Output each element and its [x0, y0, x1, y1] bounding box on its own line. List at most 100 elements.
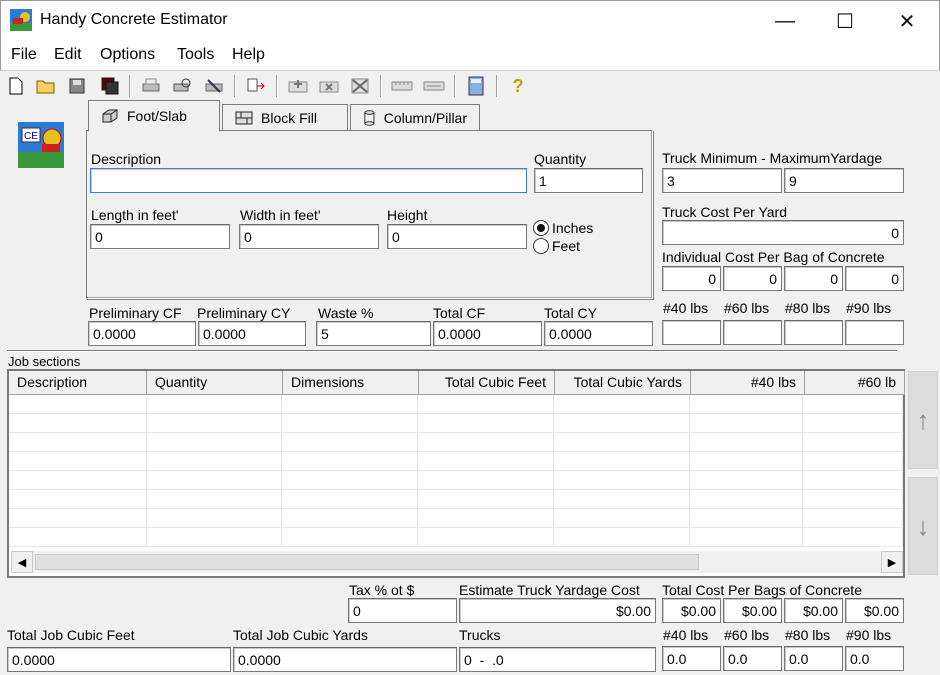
scroll-thumb[interactable]	[35, 554, 699, 570]
unit-inches-radio[interactable]: Inches	[533, 220, 593, 236]
table-cell[interactable]	[553, 395, 690, 414]
table-cell[interactable]	[282, 433, 419, 452]
column-header-total-cf[interactable]: Total Cubic Feet	[419, 371, 555, 395]
table-cell[interactable]	[9, 395, 147, 414]
job-sections-grid[interactable]: Description Quantity Dimensions Total Cu…	[7, 369, 905, 578]
new-file-icon[interactable]	[5, 75, 27, 97]
table-cell[interactable]	[689, 528, 804, 547]
table-cell[interactable]	[553, 490, 690, 509]
move-up-arrow-icon[interactable]: ↑	[908, 371, 938, 469]
horizontal-scrollbar[interactable]: ◀ ▶	[11, 551, 903, 573]
table-cell[interactable]	[553, 528, 690, 547]
table-cell[interactable]	[689, 490, 804, 509]
column-header-total-cy[interactable]: Total Cubic Yards	[555, 371, 691, 395]
table-cell[interactable]	[418, 414, 554, 433]
table-cell[interactable]	[282, 414, 419, 433]
calculator-icon[interactable]	[465, 75, 487, 97]
waste-input[interactable]	[316, 321, 431, 346]
length-input[interactable]	[90, 224, 230, 249]
bag-cost-40-input[interactable]	[662, 266, 721, 291]
table-cell[interactable]	[803, 471, 903, 490]
bag-cost-60-input[interactable]	[723, 266, 782, 291]
table-cell[interactable]	[553, 452, 690, 471]
table-row[interactable]	[9, 509, 903, 528]
tab-block-fill[interactable]: Block Fill	[222, 104, 348, 130]
table-cell[interactable]	[146, 528, 283, 547]
table-cell[interactable]	[282, 528, 419, 547]
save-all-icon[interactable]	[99, 75, 121, 97]
table-cell[interactable]	[418, 490, 554, 509]
table-cell[interactable]	[803, 528, 903, 547]
table-cell[interactable]	[282, 452, 419, 471]
help-icon[interactable]: ?	[507, 75, 529, 97]
table-cell[interactable]	[9, 528, 147, 547]
table-cell[interactable]	[9, 471, 147, 490]
table-cell[interactable]	[282, 395, 419, 414]
table-cell[interactable]	[689, 414, 804, 433]
table-cell[interactable]	[553, 433, 690, 452]
menu-file[interactable]: File	[11, 46, 37, 64]
table-cell[interactable]	[9, 452, 147, 471]
table-row[interactable]	[9, 452, 903, 471]
table-cell[interactable]	[803, 414, 903, 433]
table-cell[interactable]	[689, 509, 804, 528]
table-cell[interactable]	[803, 433, 903, 452]
column-header-dimensions[interactable]: Dimensions	[283, 371, 419, 395]
table-row[interactable]	[9, 433, 903, 452]
minimize-button[interactable]: —	[754, 0, 816, 42]
table-cell[interactable]	[146, 414, 283, 433]
open-folder-icon[interactable]	[35, 75, 57, 97]
truck-cost-input[interactable]	[662, 220, 904, 245]
table-cell[interactable]	[418, 452, 554, 471]
table-cell[interactable]	[146, 490, 283, 509]
measure-icon[interactable]	[423, 75, 445, 97]
clear-all-icon[interactable]	[349, 75, 371, 97]
table-cell[interactable]	[553, 509, 690, 528]
save-icon[interactable]	[66, 75, 88, 97]
table-cell[interactable]	[146, 471, 283, 490]
table-cell[interactable]	[282, 490, 419, 509]
menu-help[interactable]: Help	[232, 46, 265, 64]
table-cell[interactable]	[553, 414, 690, 433]
print-icon[interactable]	[140, 75, 162, 97]
table-row[interactable]	[9, 490, 903, 509]
table-cell[interactable]	[9, 490, 147, 509]
table-cell[interactable]	[803, 509, 903, 528]
column-header-40lbs[interactable]: #40 lbs	[691, 371, 805, 395]
table-cell[interactable]	[803, 452, 903, 471]
table-row[interactable]	[9, 528, 903, 547]
truck-max-input[interactable]	[784, 168, 904, 193]
menu-options[interactable]: Options	[100, 46, 155, 64]
maximize-button[interactable]: ☐	[814, 0, 876, 42]
bag-cost-90-input[interactable]	[845, 266, 904, 291]
table-cell[interactable]	[418, 395, 554, 414]
tab-foot-slab[interactable]: Foot/Slab	[88, 100, 220, 132]
table-cell[interactable]	[9, 509, 147, 528]
table-cell[interactable]	[9, 433, 147, 452]
tab-column-pillar[interactable]: Column/Pillar	[350, 104, 480, 130]
tax-input[interactable]	[348, 598, 457, 623]
bag-cost-80-input[interactable]	[784, 266, 843, 291]
table-cell[interactable]	[418, 528, 554, 547]
move-down-arrow-icon[interactable]: ↓	[908, 477, 938, 575]
print-preview-icon[interactable]	[171, 75, 193, 97]
table-row[interactable]	[9, 471, 903, 490]
menu-tools[interactable]: Tools	[177, 46, 214, 64]
menu-edit[interactable]: Edit	[54, 46, 82, 64]
table-cell[interactable]	[9, 414, 147, 433]
table-cell[interactable]	[418, 509, 554, 528]
table-cell[interactable]	[803, 490, 903, 509]
column-header-quantity[interactable]: Quantity	[147, 371, 283, 395]
width-input[interactable]	[239, 224, 379, 249]
column-header-description[interactable]: Description	[9, 371, 147, 395]
table-cell[interactable]	[418, 433, 554, 452]
table-cell[interactable]	[553, 471, 690, 490]
truck-min-input[interactable]	[662, 168, 782, 193]
table-row[interactable]	[9, 395, 903, 414]
table-cell[interactable]	[146, 452, 283, 471]
unit-feet-radio[interactable]: Feet	[533, 238, 580, 254]
close-button[interactable]: ✕	[876, 0, 938, 42]
table-cell[interactable]	[146, 433, 283, 452]
table-cell[interactable]	[282, 471, 419, 490]
ruler-icon[interactable]	[391, 75, 413, 97]
